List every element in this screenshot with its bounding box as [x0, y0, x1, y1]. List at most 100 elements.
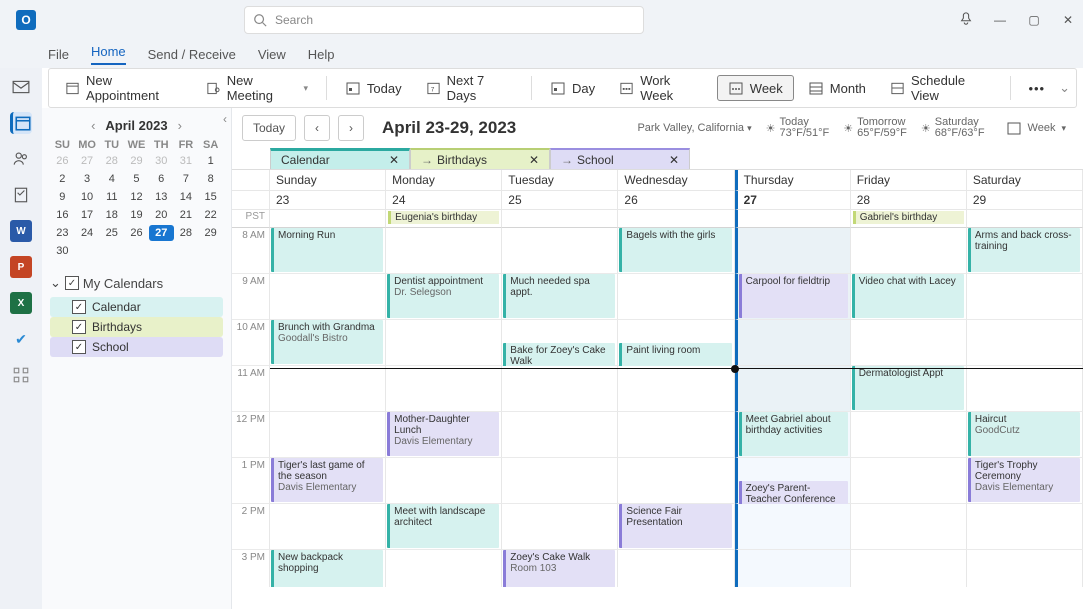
- time-cell[interactable]: New backpack shopping: [270, 550, 386, 587]
- time-cell[interactable]: Carpool for fieldtrip: [735, 274, 851, 320]
- time-cell[interactable]: [386, 458, 502, 504]
- location-label[interactable]: Park Valley, California ▾: [637, 122, 751, 134]
- time-cell[interactable]: Paint living room: [618, 320, 734, 366]
- time-cell[interactable]: Meet Gabriel about birthday activities: [735, 412, 851, 458]
- close-button[interactable]: ✕: [1061, 13, 1075, 27]
- time-cell[interactable]: [851, 458, 967, 504]
- allday-cell[interactable]: [502, 210, 618, 228]
- goto-today-button[interactable]: Today: [242, 115, 296, 141]
- excel-icon[interactable]: X: [10, 292, 32, 314]
- time-cell[interactable]: Science Fair Presentation: [618, 504, 734, 550]
- day-number[interactable]: 25: [502, 191, 618, 210]
- mini-prev[interactable]: ‹: [91, 118, 95, 133]
- time-cell[interactable]: [270, 274, 386, 320]
- time-cell[interactable]: [967, 320, 1083, 366]
- time-cell[interactable]: [851, 550, 967, 587]
- menu-view[interactable]: View: [258, 47, 286, 62]
- time-cell[interactable]: Zoey's Cake WalkRoom 103: [502, 550, 618, 587]
- mini-day[interactable]: 10: [75, 189, 100, 205]
- time-cell[interactable]: [270, 366, 386, 412]
- time-cell[interactable]: Video chat with Lacey: [851, 274, 967, 320]
- time-cell[interactable]: Mother-Daughter LunchDavis Elementary: [386, 412, 502, 458]
- close-icon[interactable]: ✕: [669, 153, 679, 167]
- mini-day[interactable]: 27: [75, 153, 100, 169]
- time-cell[interactable]: [735, 228, 851, 274]
- todo-icon[interactable]: ✔: [10, 328, 32, 350]
- allday-event[interactable]: Gabriel's birthday: [853, 211, 964, 224]
- mini-day[interactable]: 17: [75, 207, 100, 223]
- mini-day[interactable]: 30: [149, 153, 174, 169]
- time-cell[interactable]: [270, 504, 386, 550]
- mini-day[interactable]: 13: [149, 189, 174, 205]
- search-input[interactable]: Search: [244, 6, 644, 34]
- next-week-button[interactable]: ›: [338, 115, 364, 141]
- time-cell[interactable]: [967, 504, 1083, 550]
- mini-day[interactable]: 22: [198, 207, 223, 223]
- collapse-sidebar-icon[interactable]: ‹: [223, 112, 227, 126]
- day-number[interactable]: 29: [967, 191, 1083, 210]
- workweek-button[interactable]: Work Week: [609, 69, 713, 107]
- mycals-checkbox[interactable]: ✓: [65, 276, 79, 290]
- calendar-event[interactable]: Carpool for fieldtrip: [739, 274, 848, 318]
- time-cell[interactable]: [735, 550, 851, 587]
- time-cell[interactable]: [967, 366, 1083, 412]
- menu-send-receive[interactable]: Send / Receive: [148, 47, 236, 62]
- time-cell[interactable]: [386, 228, 502, 274]
- mini-day[interactable]: 26: [124, 225, 149, 241]
- mini-day[interactable]: 29: [198, 225, 223, 241]
- more-apps-icon[interactable]: [10, 364, 32, 386]
- mini-day[interactable]: 23: [50, 225, 75, 241]
- calendar-event[interactable]: Meet with landscape architect: [387, 504, 499, 548]
- calendar-event[interactable]: Science Fair Presentation: [619, 504, 731, 548]
- bell-icon[interactable]: [959, 12, 973, 29]
- maximize-button[interactable]: ▢: [1027, 13, 1041, 27]
- time-cell[interactable]: [735, 320, 851, 366]
- mini-day[interactable]: 8: [198, 171, 223, 187]
- mini-day[interactable]: 1: [198, 153, 223, 169]
- mini-day[interactable]: 30: [50, 243, 75, 259]
- ribbon-expand-icon[interactable]: ⌄: [1059, 80, 1070, 96]
- time-cell[interactable]: Dentist appointmentDr. Selegson: [386, 274, 502, 320]
- mini-day[interactable]: 3: [75, 171, 100, 187]
- new-appointment-button[interactable]: New Appointment: [55, 69, 192, 107]
- allday-cell[interactable]: [735, 210, 851, 228]
- mini-day[interactable]: 11: [99, 189, 124, 205]
- time-cell[interactable]: [502, 412, 618, 458]
- word-icon[interactable]: W: [10, 220, 32, 242]
- day-number[interactable]: 23: [270, 191, 386, 210]
- calendar-event[interactable]: Arms and back cross-training: [968, 228, 1080, 272]
- allday-cell[interactable]: Gabriel's birthday: [851, 210, 967, 228]
- mini-day[interactable]: 15: [198, 189, 223, 205]
- powerpoint-icon[interactable]: P: [10, 256, 32, 278]
- time-cell[interactable]: [618, 458, 734, 504]
- mini-day[interactable]: 5: [124, 171, 149, 187]
- time-cell[interactable]: [270, 412, 386, 458]
- day-number[interactable]: 27: [735, 191, 851, 210]
- time-cell[interactable]: [967, 550, 1083, 587]
- tab-school[interactable]: School✕: [550, 148, 690, 169]
- day-number[interactable]: 28: [851, 191, 967, 210]
- menu-file[interactable]: File: [48, 47, 69, 62]
- time-cell[interactable]: Dermatologist Appt: [851, 366, 967, 412]
- mini-day[interactable]: 28: [174, 225, 199, 241]
- mini-day[interactable]: 20: [149, 207, 174, 223]
- time-cell[interactable]: [502, 366, 618, 412]
- mini-day[interactable]: 27: [149, 225, 174, 241]
- calendar-event[interactable]: New backpack shopping: [271, 550, 383, 587]
- tab-birthdays[interactable]: Birthdays✕: [410, 148, 550, 169]
- schedule-view-button[interactable]: Schedule View: [880, 69, 1002, 107]
- time-cell[interactable]: Bake for Zoey's Cake Walk: [502, 320, 618, 366]
- close-icon[interactable]: ✕: [529, 153, 539, 167]
- time-cell[interactable]: [851, 320, 967, 366]
- time-cell[interactable]: Arms and back cross-training: [967, 228, 1083, 274]
- mini-day[interactable]: 12: [124, 189, 149, 205]
- allday-cell[interactable]: Eugenia's birthday: [386, 210, 502, 228]
- checkbox[interactable]: ✓: [72, 320, 86, 334]
- mini-day[interactable]: 29: [124, 153, 149, 169]
- mini-day[interactable]: 6: [149, 171, 174, 187]
- tasks-icon[interactable]: [10, 184, 32, 206]
- mini-day[interactable]: 2: [50, 171, 75, 187]
- day-number[interactable]: 24: [386, 191, 502, 210]
- time-cell[interactable]: [618, 274, 734, 320]
- time-cell[interactable]: [618, 412, 734, 458]
